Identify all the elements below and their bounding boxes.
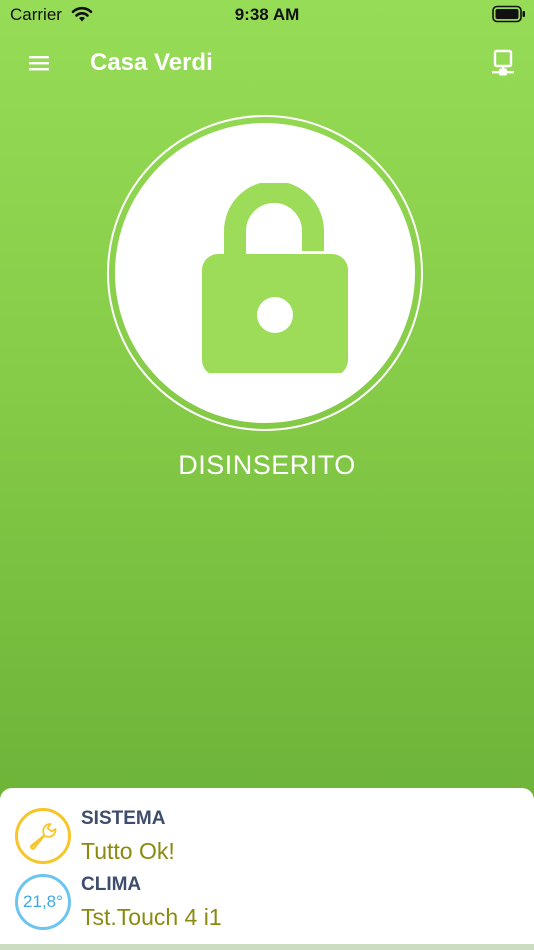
clima-row[interactable]: 21,8° CLIMA Tst.Touch 4 i1 [0,870,534,936]
bottom-edge [0,944,534,950]
page-title: Casa Verdi [90,49,213,76]
device-icon[interactable] [490,48,516,78]
sistema-value: Tutto Ok! [81,838,175,864]
status-time: 9:38 AM [234,5,300,24]
clima-value: Tst.Touch 4 i1 [81,904,222,930]
sistema-badge [15,808,71,864]
menu-icon[interactable] [27,53,51,73]
wrench-icon [29,823,57,850]
sistema-label: SISTEMA [81,808,166,829]
status-panel: SISTEMA Tutto Ok! 21,8° CLIMA Tst.Touch … [0,788,534,950]
status-bar: Carrier 9:38 AM [0,0,534,30]
nav-bar: Casa Verdi [0,30,534,96]
clima-temperature-badge: 21,8° [15,874,71,930]
sistema-row[interactable]: SISTEMA Tutto Ok! [0,804,534,870]
battery-icon [492,5,525,23]
alarm-status-label: DISINSERITO [178,450,356,480]
clima-label: CLIMA [81,874,142,895]
lock-disc [115,123,415,423]
alarm-toggle-button[interactable] [107,115,423,431]
unlocked-padlock-icon [202,183,348,373]
